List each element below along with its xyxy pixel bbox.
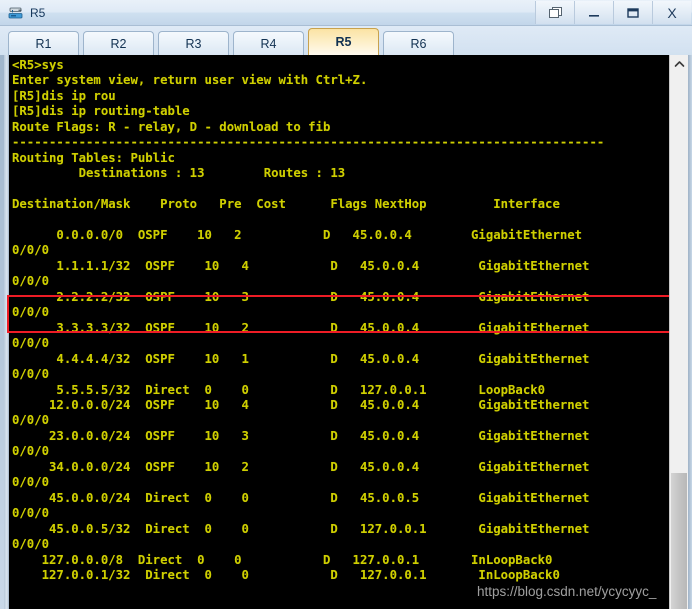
maximize-button[interactable] bbox=[613, 1, 652, 24]
tab-r2[interactable]: R2 bbox=[83, 31, 154, 55]
window-controls: X bbox=[535, 1, 691, 24]
title-bar-left: R5 bbox=[7, 3, 45, 23]
chevron-up-icon bbox=[674, 55, 685, 73]
tab-strip: R1 R2 R3 R4 R5 R6 bbox=[0, 26, 692, 55]
title-bar: R5 X bbox=[0, 0, 692, 26]
tab-label: R3 bbox=[185, 36, 202, 51]
terminal-output: <R5>sys Enter system view, return user v… bbox=[12, 58, 605, 582]
tab-label: R4 bbox=[260, 36, 277, 51]
tab-label: R5 bbox=[335, 35, 352, 49]
right-bevel bbox=[688, 55, 692, 609]
tab-r6[interactable]: R6 bbox=[383, 31, 454, 55]
minimize-button[interactable] bbox=[574, 1, 613, 24]
close-button[interactable]: X bbox=[652, 1, 691, 24]
restore-windows-button[interactable] bbox=[535, 1, 574, 24]
tab-r1[interactable]: R1 bbox=[8, 31, 79, 55]
tab-label: R6 bbox=[410, 36, 427, 51]
terminal-console[interactable]: <R5>sys Enter system view, return user v… bbox=[9, 55, 669, 609]
router-cli-window: R5 X R1 R2 R3 R4 R5 R6 <R5>sys Enter sys… bbox=[0, 0, 692, 609]
scrollbar-thumb[interactable] bbox=[671, 473, 687, 609]
scrollbar-track[interactable] bbox=[670, 73, 688, 609]
tab-r3[interactable]: R3 bbox=[158, 31, 229, 55]
tab-r4[interactable]: R4 bbox=[233, 31, 304, 55]
router-icon bbox=[7, 5, 24, 22]
tab-label: R1 bbox=[35, 36, 52, 51]
tab-label: R2 bbox=[110, 36, 127, 51]
terminal-frame: <R5>sys Enter system view, return user v… bbox=[0, 55, 692, 609]
terminal-scrollbar[interactable] bbox=[669, 55, 688, 609]
scroll-up-button[interactable] bbox=[670, 55, 688, 73]
window-title: R5 bbox=[30, 6, 46, 20]
close-icon: X bbox=[667, 4, 677, 21]
tab-r5[interactable]: R5 bbox=[308, 28, 379, 55]
